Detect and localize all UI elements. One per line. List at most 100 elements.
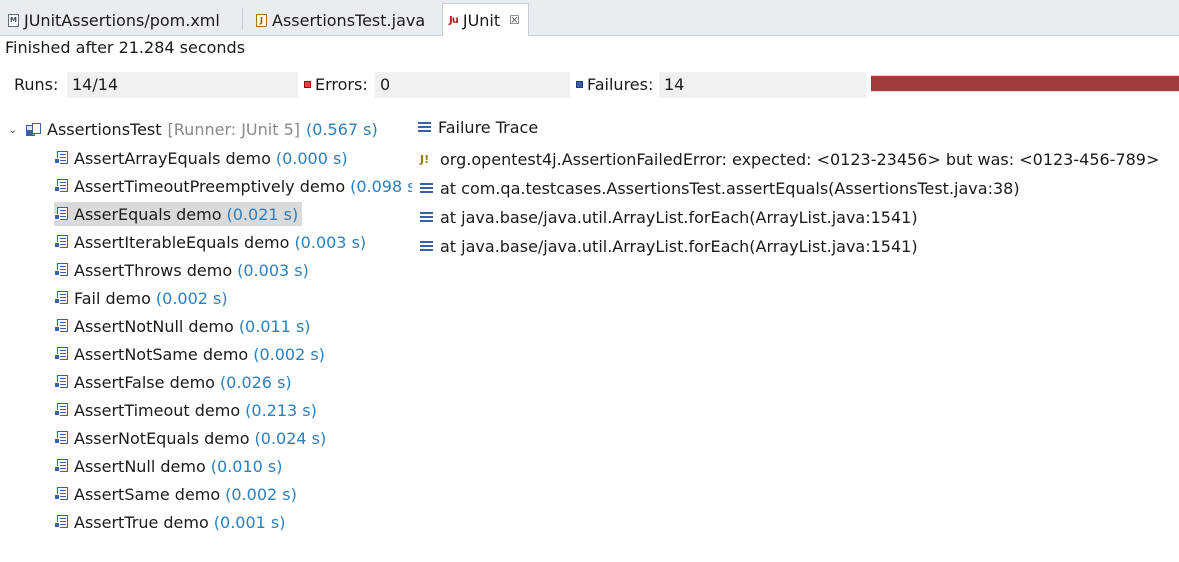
xml-file-icon: M [8,13,19,27]
editor-tab-bar: M JUnitAssertions/pom.xml J AssertionsTe… [0,0,1179,36]
test-name: AssertIterableEquals demo [74,232,290,252]
test-name: AssertTimeoutPreemptively demo [74,176,346,196]
test-time: (0.002 s) [155,288,228,308]
exception-icon: J! [420,153,430,166]
errors-label-text: Errors: [315,75,368,94]
test-time: (0.011 s) [238,316,311,336]
test-time: (0.002 s) [225,484,297,504]
runs-label: Runs: [14,75,58,94]
test-time: (0.003 s) [294,232,367,252]
test-name: AssertTimeout demo [74,400,241,420]
test-method-icon [54,207,69,221]
test-row[interactable]: Fail demo (0.002 s) [54,286,232,310]
test-row[interactable]: AsserEquals demo (0.021 s) [54,202,303,226]
test-row[interactable]: AssertSame demo (0.002 s) [54,482,301,506]
suite-time: (0.567 s) [306,120,378,139]
failure-trace-title: Failure Trace [438,118,539,137]
run-status-text: Finished after 21.284 seconds [5,38,246,57]
failures-label-text: Failures: [587,75,654,94]
test-name: AsserEquals demo [74,204,222,224]
test-row[interactable]: AssertTimeoutPreemptively demo (0.098 s [54,174,412,198]
test-row[interactable]: AssertArrayEquals demo (0.000 s) [54,146,352,170]
tab-junit[interactable]: Ju JUnit ☒ [442,3,529,36]
tab-label: AssertionsTest.java [272,10,426,30]
test-method-icon [54,235,69,249]
test-row[interactable]: AssertFalse demo (0.026 s) [54,370,296,394]
failure-trace-header: Failure Trace [418,118,538,137]
trace-text: at java.base/java.util.ArrayList.forEach… [440,208,918,227]
suite-name: AssertionsTest [47,120,162,139]
close-icon[interactable]: ☒ [509,13,520,27]
test-name: AssertArrayEquals demo [74,148,271,168]
test-row[interactable]: AssertTimeout demo (0.213 s) [54,398,321,422]
trace-line[interactable]: J! org.opentest4j.AssertionFailedError: e… [420,150,1159,169]
tab-label: JUnitAssertions/pom.xml [24,10,220,30]
test-time: (0.002 s) [253,344,325,364]
stack-frame-icon [420,212,433,223]
test-time: (0.213 s) [245,400,317,420]
test-method-icon [54,319,69,333]
test-name: AssertSame demo [74,484,221,504]
test-method-icon [54,431,69,445]
test-row[interactable]: AssertThrows demo (0.003 s) [54,258,313,282]
chevron-down-icon[interactable]: ⌄ [8,123,20,136]
failures-label: Failures: [576,75,653,94]
suite-runner: [Runner: JUnit 5] [167,120,301,139]
progress-fill [871,76,1179,91]
trace-text: org.opentest4j.AssertionFailedError: exp… [440,150,1160,169]
test-tree[interactable]: ⌄ AssertionsTest [Runner: JUnit 5] (0.56… [0,114,412,562]
test-row[interactable]: AssertNull demo (0.010 s) [54,454,287,478]
failure-icon [576,81,583,88]
test-name: AsserNotEquals demo [74,428,250,448]
failures-value: 14 [659,72,866,98]
test-method-icon [54,515,69,529]
stack-trace-icon [418,122,431,133]
test-row[interactable]: AssertIterableEquals demo (0.003 s) [54,230,370,254]
test-method-icon [54,263,69,277]
test-name: AssertFalse demo [74,372,215,392]
test-time: (0.024 s) [254,428,327,448]
tab-divider [242,8,243,30]
test-row[interactable]: AssertNotNull demo (0.011 s) [54,314,315,338]
test-method-icon [54,179,69,193]
test-time: (0.026 s) [219,372,292,392]
test-time: (0.000 s) [275,148,348,168]
test-time: (0.001 s) [213,512,286,532]
trace-text: at java.base/java.util.ArrayList.forEach… [440,237,918,256]
runs-label-text: Runs: [14,75,59,94]
test-name: AssertThrows demo [74,260,233,280]
java-file-icon: J [256,13,267,27]
test-method-icon [54,347,69,361]
tab-pom-xml[interactable]: M JUnitAssertions/pom.xml [2,4,228,36]
test-time: (0.098 s [350,176,412,196]
test-method-icon [54,487,69,501]
junit-icon: Ju [449,14,459,26]
trace-line[interactable]: at java.base/java.util.ArrayList.forEach… [420,208,918,227]
trace-line[interactable]: at com.qa.testcases.AssertionsTest.asser… [420,179,1020,198]
test-name: AssertTrue demo [74,512,209,532]
test-name: AssertNotNull demo [74,316,234,336]
test-time: (0.003 s) [237,260,309,280]
test-time: (0.021 s) [226,204,299,224]
tab-label: JUnit [462,10,501,30]
test-progress-bar [871,75,1179,92]
tree-root-assertions-test[interactable]: ⌄ AssertionsTest [Runner: JUnit 5] (0.56… [8,120,378,139]
test-name: AssertNull demo [74,456,206,476]
errors-value: 0 [375,72,570,98]
test-row[interactable]: AssertNotSame demo (0.002 s) [54,342,329,366]
runs-value: 14/14 [67,72,298,98]
trace-line[interactable]: at java.base/java.util.ArrayList.forEach… [420,237,918,256]
stack-frame-icon [420,241,433,252]
test-name: AssertNotSame demo [74,344,249,364]
test-row[interactable]: AsserNotEquals demo (0.024 s) [54,426,330,450]
test-method-icon [54,291,69,305]
error-icon [304,81,311,88]
tab-assertions-test-java[interactable]: J AssertionsTest.java [250,4,433,36]
test-method-icon [54,459,69,473]
test-method-icon [54,403,69,417]
test-suite-icon [26,122,41,137]
trace-text: at com.qa.testcases.AssertionsTest.asser… [440,179,1020,198]
test-time: (0.010 s) [210,456,283,476]
errors-label: Errors: [304,75,368,94]
test-row[interactable]: AssertTrue demo (0.001 s) [54,510,289,534]
